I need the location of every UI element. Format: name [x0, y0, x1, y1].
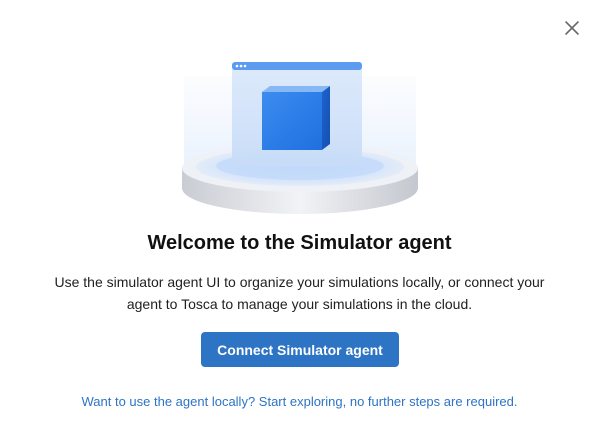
dialog-description: Use the simulator agent UI to organize y…	[20, 271, 579, 315]
hero-illustration	[170, 46, 430, 226]
cube-on-pedestal-illustration	[182, 62, 418, 214]
close-button[interactable]	[562, 18, 582, 38]
description-line-2: agent to Tosca to manage your simulation…	[126, 296, 473, 312]
description-line-1: Use the simulator agent UI to organize y…	[54, 274, 545, 290]
welcome-dialog: Welcome to the Simulator agent Use the s…	[0, 0, 599, 427]
close-icon	[565, 21, 579, 35]
dialog-title: Welcome to the Simulator agent	[147, 232, 452, 254]
use-locally-link[interactable]: Want to use the agent locally? Start exp…	[0, 393, 599, 411]
connect-simulator-agent-button[interactable]: Connect Simulator agent	[201, 332, 399, 367]
